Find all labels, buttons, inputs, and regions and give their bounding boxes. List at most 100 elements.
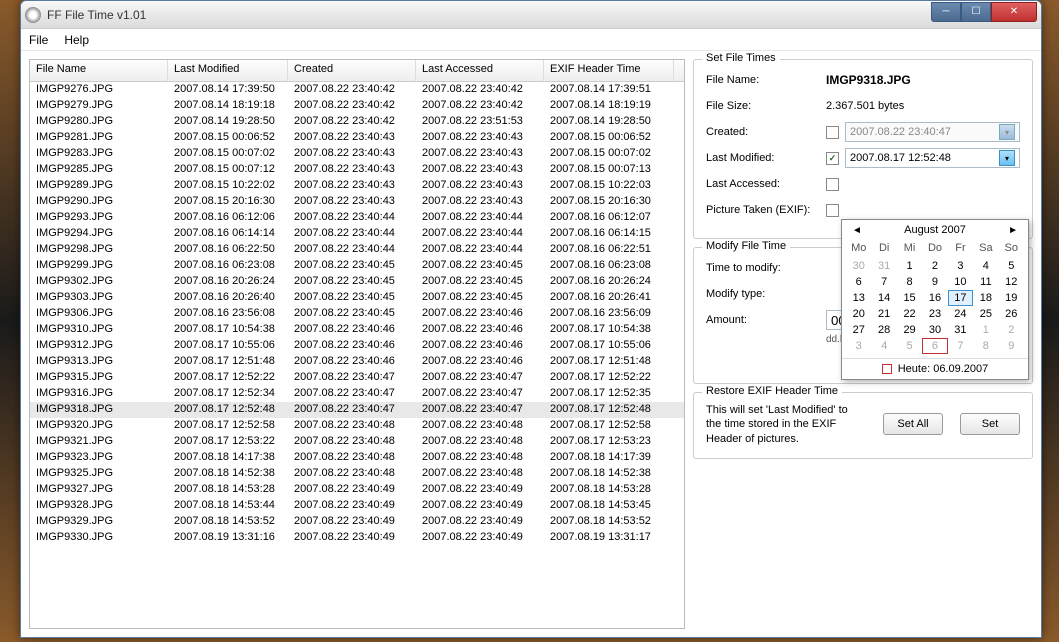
calendar-day[interactable]: 26 [999,306,1024,322]
calendar-month[interactable]: August 2007 [904,224,966,236]
calendar-day[interactable]: 27 [846,322,871,338]
calendar-day[interactable]: 1 [973,322,998,338]
table-row[interactable]: IMGP9289.JPG2007.08.15 10:22:022007.08.2… [30,178,684,194]
minimize-button[interactable]: ─ [931,2,961,22]
table-row[interactable]: IMGP9330.JPG2007.08.19 13:31:162007.08.2… [30,530,684,546]
table-row[interactable]: IMGP9285.JPG2007.08.15 00:07:122007.08.2… [30,162,684,178]
column-header[interactable]: EXIF Header Time [544,60,674,81]
table-cell: 2007.08.16 06:23:08 [544,258,674,274]
column-header[interactable]: Last Modified [168,60,288,81]
calendar-day[interactable]: 24 [948,306,973,322]
table-row[interactable]: IMGP9299.JPG2007.08.16 06:23:082007.08.2… [30,258,684,274]
calendar-day[interactable]: 11 [973,274,998,290]
calendar-day[interactable]: 4 [871,338,896,354]
calendar-day[interactable]: 30 [922,322,947,338]
calendar-day[interactable]: 9 [922,274,947,290]
maximize-button[interactable]: ☐ [961,2,991,22]
table-row[interactable]: IMGP9318.JPG2007.08.17 12:52:482007.08.2… [30,402,684,418]
table-row[interactable]: IMGP9329.JPG2007.08.18 14:53:522007.08.2… [30,514,684,530]
table-row[interactable]: IMGP9327.JPG2007.08.18 14:53:282007.08.2… [30,482,684,498]
next-month-icon[interactable]: ► [1004,225,1022,236]
calendar-day[interactable]: 8 [973,338,998,354]
calendar-day[interactable]: 7 [871,274,896,290]
table-row[interactable]: IMGP9283.JPG2007.08.15 00:07:022007.08.2… [30,146,684,162]
date-picker-popup[interactable]: ◄ August 2007 ► MoDiMiDoFrSaSo 303112345… [841,219,1029,380]
file-table[interactable]: File NameLast ModifiedCreatedLast Access… [29,59,685,629]
table-row[interactable]: IMGP9313.JPG2007.08.17 12:51:482007.08.2… [30,354,684,370]
calendar-day[interactable]: 3 [846,338,871,354]
accessed-checkbox[interactable] [826,178,839,191]
table-row[interactable]: IMGP9323.JPG2007.08.18 14:17:382007.08.2… [30,450,684,466]
table-row[interactable]: IMGP9306.JPG2007.08.16 23:56:082007.08.2… [30,306,684,322]
calendar-day[interactable]: 13 [846,290,871,306]
exif-checkbox[interactable] [826,204,839,217]
table-row[interactable]: IMGP9320.JPG2007.08.17 12:52:582007.08.2… [30,418,684,434]
calendar-day[interactable]: 12 [999,274,1024,290]
calendar-day[interactable]: 4 [973,258,998,274]
created-checkbox[interactable] [826,126,839,139]
table-row[interactable]: IMGP9310.JPG2007.08.17 10:54:382007.08.2… [30,322,684,338]
calendar-day[interactable]: 30 [846,258,871,274]
calendar-day[interactable]: 25 [973,306,998,322]
calendar-day[interactable]: 2 [999,322,1024,338]
calendar-day[interactable]: 19 [999,290,1024,306]
table-row[interactable]: IMGP9316.JPG2007.08.17 12:52:342007.08.2… [30,386,684,402]
calendar-day[interactable]: 5 [897,338,922,354]
calendar-day[interactable]: 22 [897,306,922,322]
calendar-day[interactable]: 31 [871,258,896,274]
table-row[interactable]: IMGP9328.JPG2007.08.18 14:53:442007.08.2… [30,498,684,514]
modified-dropdown-icon[interactable]: ▾ [999,150,1015,166]
calendar-day[interactable]: 14 [871,290,896,306]
table-row[interactable]: IMGP9298.JPG2007.08.16 06:22:502007.08.2… [30,242,684,258]
calendar-day[interactable]: 6 [846,274,871,290]
menu-help[interactable]: Help [64,33,89,47]
table-row[interactable]: IMGP9325.JPG2007.08.18 14:52:382007.08.2… [30,466,684,482]
calendar-day[interactable]: 8 [897,274,922,290]
calendar-day[interactable]: 23 [922,306,947,322]
column-header[interactable]: Created [288,60,416,81]
restore-set-button[interactable]: Set [960,413,1020,435]
calendar-day[interactable]: 16 [922,290,947,306]
modified-field[interactable]: 2007.08.17 12:52:48 ▾ [845,148,1020,168]
table-cell: 2007.08.22 23:40:46 [288,354,416,370]
calendar-today[interactable]: Heute: 06.09.2007 [898,363,989,375]
column-header[interactable]: Last Accessed [416,60,544,81]
calendar-day[interactable]: 21 [871,306,896,322]
calendar-day[interactable]: 3 [948,258,973,274]
calendar-day[interactable]: 2 [922,258,947,274]
titlebar[interactable]: FF File Time v1.01 ─ ☐ ✕ [21,1,1041,29]
table-row[interactable]: IMGP9315.JPG2007.08.17 12:52:222007.08.2… [30,370,684,386]
calendar-day[interactable]: 9 [999,338,1024,354]
calendar-day[interactable]: 7 [948,338,973,354]
table-row[interactable]: IMGP9294.JPG2007.08.16 06:14:142007.08.2… [30,226,684,242]
table-row[interactable]: IMGP9281.JPG2007.08.15 00:06:522007.08.2… [30,130,684,146]
restore-setall-button[interactable]: Set All [883,413,943,435]
calendar-day[interactable]: 17 [948,290,973,306]
calendar-day[interactable]: 31 [948,322,973,338]
table-row[interactable]: IMGP9290.JPG2007.08.15 20:16:302007.08.2… [30,194,684,210]
table-row[interactable]: IMGP9276.JPG2007.08.14 17:39:502007.08.2… [30,82,684,98]
calendar-day[interactable]: 1 [897,258,922,274]
calendar-day[interactable]: 20 [846,306,871,322]
table-row[interactable]: IMGP9279.JPG2007.08.14 18:19:182007.08.2… [30,98,684,114]
table-row[interactable]: IMGP9293.JPG2007.08.16 06:12:062007.08.2… [30,210,684,226]
table-row[interactable]: IMGP9321.JPG2007.08.17 12:53:222007.08.2… [30,434,684,450]
close-button[interactable]: ✕ [991,2,1037,22]
prev-month-icon[interactable]: ◄ [848,225,866,236]
modified-checkbox[interactable] [826,152,839,165]
created-dropdown-icon[interactable]: ▾ [999,124,1015,140]
calendar-day[interactable]: 29 [897,322,922,338]
table-row[interactable]: IMGP9302.JPG2007.08.16 20:26:242007.08.2… [30,274,684,290]
calendar-day[interactable]: 6 [922,338,947,354]
column-header[interactable]: File Name [30,60,168,81]
table-row[interactable]: IMGP9280.JPG2007.08.14 19:28:502007.08.2… [30,114,684,130]
table-row[interactable]: IMGP9303.JPG2007.08.16 20:26:402007.08.2… [30,290,684,306]
menu-file[interactable]: File [29,33,48,47]
calendar-day[interactable]: 15 [897,290,922,306]
created-field[interactable]: 2007.08.22 23:40:47 ▾ [845,122,1020,142]
calendar-day[interactable]: 10 [948,274,973,290]
table-row[interactable]: IMGP9312.JPG2007.08.17 10:55:062007.08.2… [30,338,684,354]
calendar-day[interactable]: 28 [871,322,896,338]
calendar-day[interactable]: 18 [973,290,998,306]
calendar-day[interactable]: 5 [999,258,1024,274]
